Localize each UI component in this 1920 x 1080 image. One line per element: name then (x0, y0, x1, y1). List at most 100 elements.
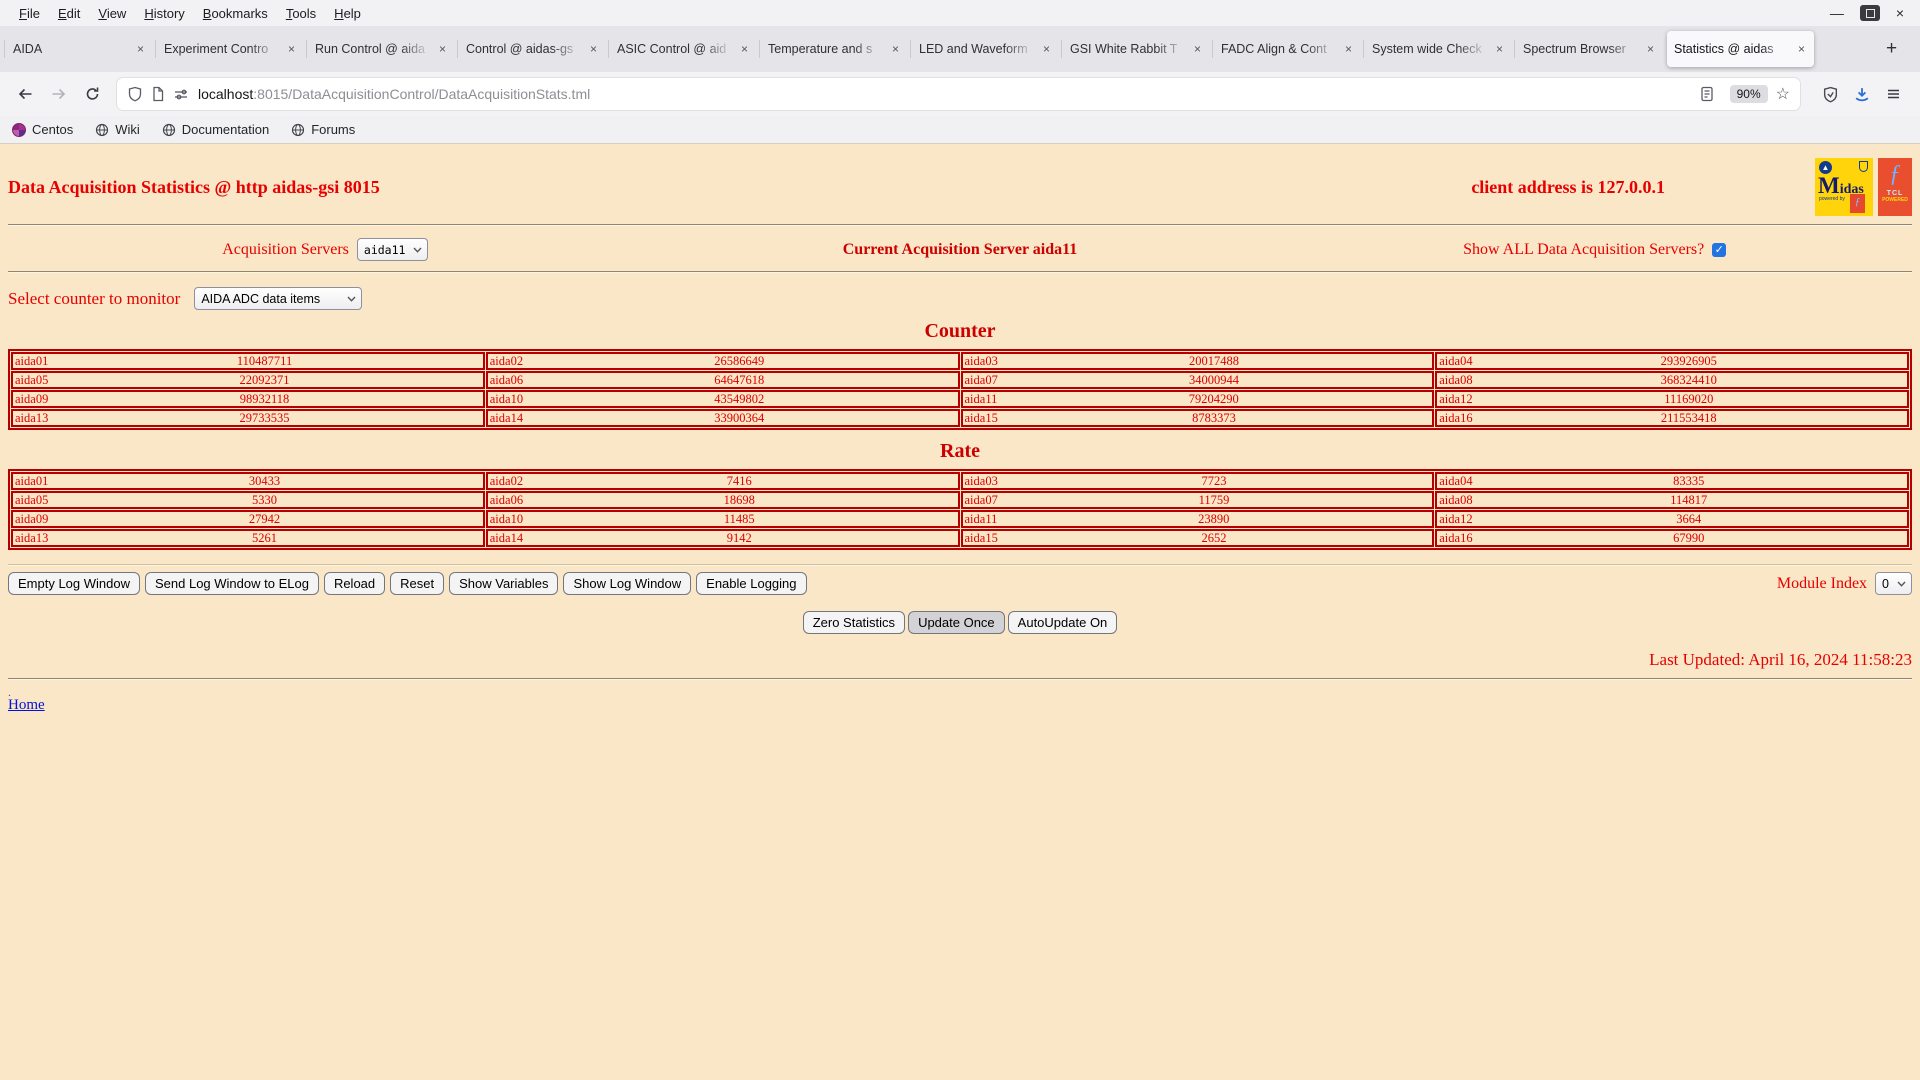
menu-bookmarks[interactable]: Bookmarks (194, 4, 277, 23)
tab-close-icon[interactable]: × (437, 42, 448, 56)
last-updated-text: Last Updated: April 16, 2024 11:58:23 (1649, 650, 1912, 669)
tab-statistics-active[interactable]: Statistics @ aidas × (1667, 31, 1814, 67)
reload-button-page[interactable]: Reload (323, 572, 386, 595)
acquisition-servers-label: Acquisition Servers (222, 240, 349, 258)
hamburger-menu-icon[interactable] (1885, 86, 1902, 102)
show-variables-button[interactable]: Show Variables (449, 572, 559, 595)
tab-run-control[interactable]: Run Control @ aida × (306, 31, 455, 67)
tab-close-icon[interactable]: × (1192, 42, 1203, 56)
tab-aida[interactable]: AIDA × (4, 31, 153, 67)
home-link[interactable]: Home (8, 697, 45, 713)
tab-fadc-align[interactable]: FADC Align & Cont × (1212, 31, 1361, 67)
maximize-button[interactable] (1859, 5, 1880, 21)
bookmark-star-icon[interactable]: ☆ (1776, 84, 1790, 104)
toolbar-right-cluster (1808, 86, 1912, 103)
module-index-select[interactable]: 0 (1875, 572, 1912, 595)
url-host: localhost (198, 86, 254, 102)
divider (8, 271, 1912, 273)
tab-close-icon[interactable]: × (135, 42, 146, 56)
zero-statistics-button[interactable]: Zero Statistics (802, 611, 906, 634)
forward-button[interactable] (42, 80, 76, 108)
new-tab-button[interactable]: + (1876, 38, 1907, 60)
table-row: aida01 110487711 aida02 26586649 aida03 200… (11, 352, 1909, 370)
tab-control[interactable]: Control @ aidas-gs × (457, 31, 606, 67)
counter-monitor-select[interactable]: AIDA ADC data items (194, 287, 363, 310)
update-once-button[interactable]: Update Once (908, 611, 1005, 634)
show-all-servers-label: Show ALL Data Acquisition Servers? (1463, 240, 1705, 258)
counter-heading: Counter (924, 320, 996, 342)
show-all-servers-checkbox[interactable]: ✓ (1712, 242, 1727, 257)
module-index-label: Module Index (1776, 574, 1868, 592)
tab-close-icon[interactable]: × (286, 42, 297, 56)
table-row: aida05 5330 aida06 18698 aida07 11759 aida0… (11, 491, 1909, 509)
divider (8, 224, 1912, 226)
navigation-toolbar: localhost:8015/DataAcquisitionControl/Da… (0, 72, 1920, 116)
divider (8, 678, 1912, 680)
menu-edit[interactable]: Edit (49, 4, 89, 23)
menu-tools[interactable]: Tools (277, 4, 325, 23)
table-row: aida05 22092371 aida06 64647618 aida07 3400… (11, 371, 1909, 389)
bookmark-wiki[interactable]: Wiki (95, 122, 140, 137)
minimize-button[interactable]: — (1830, 6, 1844, 20)
counter-select-row: Select counter to monitor AIDA ADC data … (8, 287, 1912, 310)
tab-temperature[interactable]: Temperature and s × (759, 31, 908, 67)
midas-logo: ▲ Midas powered by ƒ (1815, 158, 1873, 216)
tab-bar: AIDA × Experiment Contro × Run Control @… (0, 26, 1920, 72)
module-index-group: Module Index 0 (1777, 572, 1912, 595)
zoom-level-badge[interactable]: 90% (1729, 85, 1768, 103)
close-window-button[interactable]: × (1896, 6, 1904, 20)
page-info-icon[interactable] (151, 86, 165, 102)
empty-log-window-button[interactable]: Empty Log Window (8, 572, 140, 595)
globe-icon (95, 123, 109, 137)
tab-led-waveform[interactable]: LED and Waveform × (910, 31, 1059, 67)
menu-file[interactable]: File (10, 4, 49, 23)
enable-logging-button[interactable]: Enable Logging (696, 572, 807, 595)
chevron-down-icon (347, 296, 356, 302)
table-row: aida09 98932118 aida10 43549802 aida11 7920… (11, 390, 1909, 408)
reader-view-icon[interactable] (1700, 86, 1714, 102)
account-shield-icon[interactable] (1822, 86, 1839, 103)
url-text[interactable]: localhost:8015/DataAcquisitionControl/Da… (198, 86, 1700, 102)
page-title: Data Acquisition Statistics @ http aidas… (8, 176, 380, 197)
tab-close-icon[interactable]: × (890, 42, 901, 56)
menu-view[interactable]: View (89, 4, 135, 23)
menu-history[interactable]: History (135, 4, 193, 23)
bookmarks-toolbar: Centos Wiki Documentation Forums (0, 116, 1920, 144)
bookmark-forums[interactable]: Forums (291, 122, 355, 137)
autoupdate-on-button[interactable]: AutoUpdate On (1007, 611, 1118, 634)
url-path: :8015/DataAcquisitionControl/DataAcquisi… (253, 86, 591, 102)
log-buttons-row: Empty Log Window Send Log Window to ELog… (8, 572, 1912, 595)
tab-close-icon[interactable]: × (1041, 42, 1052, 56)
tab-close-icon[interactable]: × (1343, 42, 1354, 56)
tracking-protection-shield-icon[interactable] (127, 86, 143, 102)
tab-asic-control[interactable]: ASIC Control @ aid × (608, 31, 757, 67)
send-log-to-elog-button[interactable]: Send Log Window to ELog (145, 572, 319, 595)
table-row: aida13 5261 aida14 9142 aida15 2652 aida16 6… (11, 529, 1909, 547)
tab-close-icon[interactable]: × (588, 42, 599, 56)
show-log-window-button[interactable]: Show Log Window (563, 572, 692, 595)
tab-close-icon[interactable]: × (1645, 42, 1656, 56)
acquisition-server-select[interactable]: aida11 (356, 238, 429, 261)
logos: ▲ Midas powered by ƒ ƒ TCL POWERED (1815, 158, 1912, 216)
home-link-wrap: Home (8, 696, 1912, 714)
tab-close-icon[interactable]: × (1796, 42, 1807, 56)
back-button[interactable] (8, 80, 42, 108)
chevron-down-icon (413, 247, 422, 253)
tab-spectrum-browser[interactable]: Spectrum Browser × (1514, 31, 1663, 67)
globe-icon (162, 123, 176, 137)
tab-system-wide-checks[interactable]: System wide Check × (1363, 31, 1512, 67)
reset-button[interactable]: Reset (390, 572, 445, 595)
tab-gsi-white-rabbit[interactable]: GSI White Rabbit T × (1061, 31, 1210, 67)
bookmark-centos[interactable]: Centos (12, 122, 73, 137)
downloads-icon[interactable] (1853, 86, 1871, 103)
reload-button[interactable] (76, 80, 109, 108)
bookmark-documentation[interactable]: Documentation (162, 122, 269, 137)
tab-close-icon[interactable]: × (739, 42, 750, 56)
url-bar[interactable]: localhost:8015/DataAcquisitionControl/Da… (117, 78, 1800, 110)
tab-close-icon[interactable]: × (1494, 42, 1505, 56)
rate-heading: Rate (940, 440, 980, 462)
menu-help[interactable]: Help (325, 4, 370, 23)
menu-bar: File Edit View History Bookmarks Tools H… (0, 0, 1920, 26)
tab-experiment-control[interactable]: Experiment Contro × (155, 31, 304, 67)
permissions-tune-icon[interactable] (173, 86, 190, 102)
